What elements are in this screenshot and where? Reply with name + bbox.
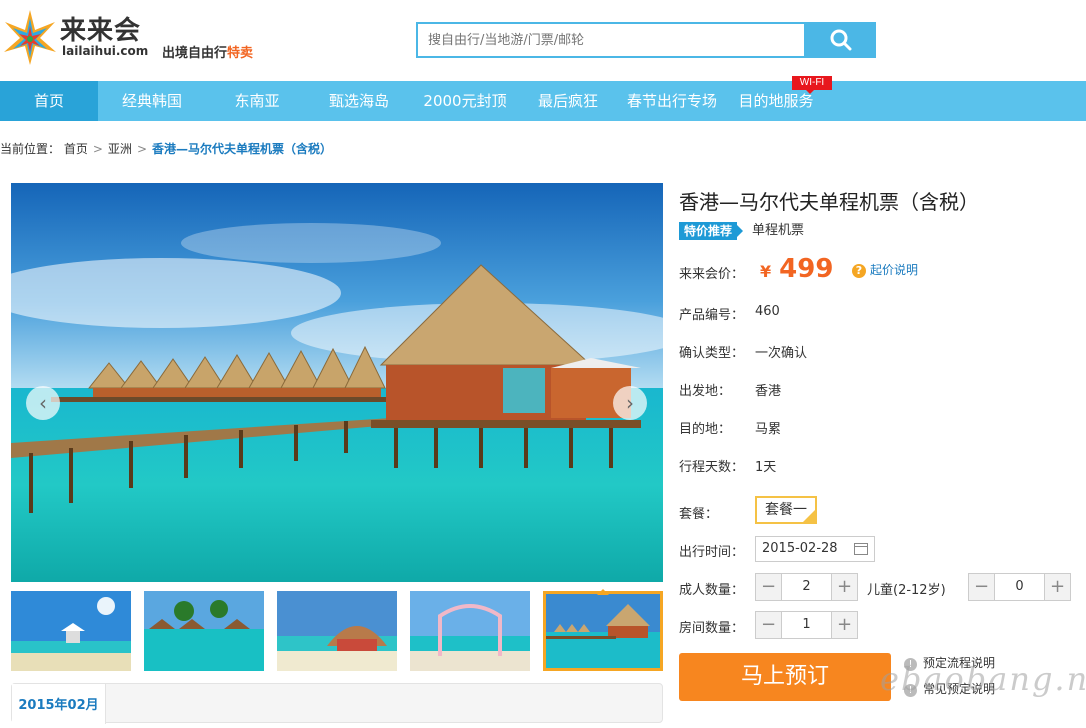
nav-item-spring-festival[interactable]: 春节出行专场 [616, 81, 728, 121]
wedding-arch-thumb [410, 591, 530, 671]
product-category: 单程机票 [752, 223, 805, 238]
logo-star-icon[interactable] [0, 8, 60, 66]
thumbnail-pointer [597, 583, 609, 595]
breadcrumb-label: 当前位置： [0, 142, 61, 156]
thumbnail-1[interactable] [11, 591, 131, 671]
nav-item-last-crazy[interactable]: 最后疯狂 [520, 81, 616, 121]
brand-name-en: lailaihui.com [62, 44, 149, 58]
brand-name-cn[interactable]: 来来会 [60, 10, 141, 47]
price-label: 来来会价： [679, 267, 745, 282]
child-label: 儿童(2-12岁) [867, 583, 946, 598]
question-icon: ? [852, 264, 866, 278]
thumbnail-3[interactable] [277, 591, 397, 671]
beach-hut-thumb [277, 591, 397, 671]
price-help-label: 起价说明 [870, 263, 919, 277]
package-label: 套餐： [679, 507, 719, 522]
child-count[interactable]: 0 [995, 574, 1044, 600]
palm-villas-thumb [144, 591, 264, 671]
product-title: 香港—马尔代夫单程机票（含税） [679, 190, 979, 214]
product-code: 460 [755, 304, 780, 319]
field-label: 确认类型： [679, 346, 745, 361]
wifi-badge: WI-FI [792, 76, 832, 94]
field-label: 出发地： [679, 384, 732, 399]
search-box [416, 22, 806, 58]
adult-label: 成人数量： [679, 583, 745, 598]
price-value: 499 [779, 254, 834, 284]
adult-stepper: − 2 + [755, 573, 858, 601]
child-stepper: − 0 + [968, 573, 1071, 601]
field-label: 产品编号： [679, 308, 745, 323]
chevron-left-icon: ‹ [39, 391, 47, 415]
thumbnail-5[interactable] [543, 591, 663, 671]
gallery-prev-button[interactable]: ‹ [26, 386, 60, 420]
thumbnail-strip [11, 591, 663, 671]
gallery-next-button[interactable]: › [613, 386, 647, 420]
price-calendar: 2015年02月 [11, 683, 663, 724]
calendar-icon [854, 543, 868, 555]
adult-plus-button[interactable]: + [831, 574, 857, 600]
breadcrumb: 当前位置： 首页 > 亚洲 > 香港—马尔代夫单程机票（含税） [0, 140, 332, 157]
breadcrumb-current: 香港—马尔代夫单程机票（含税） [152, 142, 333, 156]
breadcrumb-asia[interactable]: 亚洲 [108, 142, 132, 156]
breadcrumb-sep: > [136, 142, 147, 156]
main-photo [11, 183, 663, 582]
search-icon [830, 29, 851, 51]
adult-count[interactable]: 2 [782, 574, 831, 600]
thumbnail-2[interactable] [144, 591, 264, 671]
search-button[interactable] [805, 22, 876, 58]
trip-days: 1天 [755, 460, 777, 475]
room-minus-button[interactable]: − [756, 612, 782, 638]
breadcrumb-home[interactable]: 首页 [64, 142, 88, 156]
child-minus-button[interactable]: − [969, 574, 995, 600]
price-help-link[interactable]: ? 起价说明 [852, 261, 918, 278]
child-plus-button[interactable]: + [1044, 574, 1070, 600]
confirm-type: 一次确认 [755, 346, 808, 361]
beach-cabana-thumb [11, 591, 131, 671]
nav-item-korea[interactable]: 经典韩国 [98, 81, 206, 121]
nav-item-2000-cap[interactable]: 2000元封顶 [410, 81, 520, 121]
field-label: 目的地： [679, 422, 732, 437]
nav-item-home[interactable]: 首页 [0, 81, 98, 121]
destination: 马累 [755, 422, 782, 437]
promo-tag: 特价推荐 [679, 222, 744, 240]
package-option[interactable]: 套餐一 [755, 496, 817, 524]
calendar-month[interactable]: 2015年02月 [12, 684, 106, 724]
field-label: 行程天数： [679, 460, 745, 475]
thumbnail-4[interactable] [410, 591, 530, 671]
price: ¥499 [760, 254, 833, 284]
departure: 香港 [755, 384, 782, 399]
water-villa-thumb [546, 594, 660, 668]
date-value: 2015-02-28 [762, 541, 838, 556]
room-plus-button[interactable]: + [831, 612, 857, 638]
slogan-emphasis: 特卖 [227, 46, 254, 61]
date-picker[interactable]: 2015-02-28 [755, 536, 875, 562]
slogan: 出境自由行特卖 [162, 42, 253, 61]
date-label: 出行时间： [679, 545, 745, 560]
watermark: ebaobang.net [880, 660, 1086, 698]
room-stepper: − 1 + [755, 611, 858, 639]
room-label: 房间数量： [679, 621, 745, 636]
currency-symbol: ¥ [760, 262, 772, 281]
slogan-main: 出境自由行 [162, 46, 228, 61]
maldives-villa-photo [11, 183, 663, 582]
breadcrumb-sep: > [92, 142, 103, 156]
room-count[interactable]: 1 [782, 612, 831, 638]
adult-minus-button[interactable]: − [756, 574, 782, 600]
book-now-button[interactable]: 马上预订 [679, 653, 891, 701]
nav-item-southeast-asia[interactable]: 东南亚 [206, 81, 308, 121]
nav-item-islands[interactable]: 甄选海岛 [308, 81, 410, 121]
search-input[interactable] [418, 24, 804, 56]
header: 来来会 lailaihui.com 出境自由行特卖 [0, 0, 1086, 80]
main-nav: 首页 经典韩国 东南亚 甄选海岛 2000元封顶 最后疯狂 春节出行专场 目的地… [0, 81, 1086, 121]
chevron-right-icon: › [626, 391, 634, 415]
